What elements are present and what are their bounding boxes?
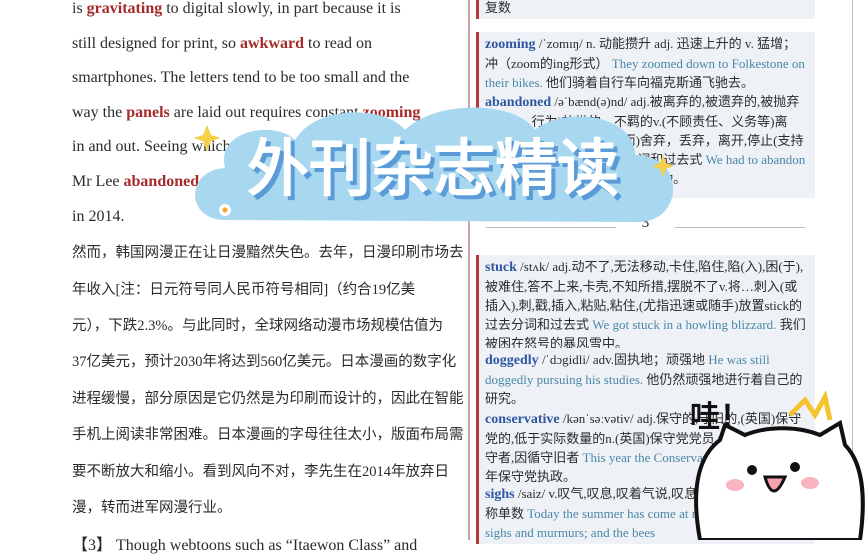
vocab-word: conservative	[485, 412, 560, 427]
vocab-word: zooming	[485, 37, 536, 52]
vocab-entry: stuck /stʌk/ adj.动不了,无法移动,卡住,陷住,陷(入),困(于…	[476, 255, 815, 355]
pronunciation: /ˈdɔgidli/	[541, 352, 590, 367]
keyword: awkward	[239, 34, 304, 52]
text-run: smartphones. The letters tend to be too …	[72, 69, 410, 87]
column-divider	[468, 0, 470, 540]
sparkle-icon	[193, 125, 221, 151]
translation: 他们骑着自行车向福克斯通飞驰去。	[546, 75, 755, 90]
pronunciation: /ˈzomɪŋ/	[538, 36, 583, 51]
keyword: gravitating	[86, 0, 163, 17]
article-line-zh: 然而，韩国网漫正在让日漫黯然失色。去年，日漫印刷市场去	[72, 245, 464, 262]
pronunciation: /stʌk/	[520, 259, 550, 274]
banner-title-front: 外刊杂志精读	[247, 132, 619, 205]
definition: adv.固执地；顽强地	[592, 352, 706, 367]
article-column: is gravitating to digital slowly, in par…	[72, 0, 464, 555]
vocab-word: stuck	[485, 260, 517, 275]
text-run: way the	[72, 103, 127, 121]
article-line-en: smartphones. The letters tend to be too …	[72, 61, 462, 96]
vocab-word: sighs	[485, 487, 515, 502]
article-line-en: is gravitating to digital slowly, in par…	[72, 0, 462, 27]
vocab-entry: 复数	[476, 0, 815, 19]
article-line-zh: 37亿美元，预计2030年将达到560亿美元。日本漫画的数字化	[72, 354, 457, 371]
text-run: to digital slowly, in part because it is	[162, 0, 401, 17]
paragraph-3-start: 【3】 Though webtoons such as “Itaewon Cla…	[72, 537, 418, 555]
article-line-zh: 年收入[注：日元符号同人民币符号相同]（约合19亿美	[72, 281, 416, 298]
cat-sticker: 哇！	[690, 389, 865, 540]
text-run: Mr Lee	[72, 172, 124, 190]
definition: 复数	[485, 0, 512, 15]
article-line-zh: 进程缓慢，部分原因是它仍然是为印刷而设计的，因此在智能	[72, 390, 464, 407]
pronunciation: /kənˈsəːvətiv/	[562, 411, 634, 426]
pronunciation: /saiz/	[517, 486, 546, 501]
banner-sticker: 外刊杂志精读 外刊杂志精读	[193, 107, 674, 222]
article-line-zh: 漫，转而进军网漫行业。	[72, 500, 232, 516]
text-run: is	[72, 0, 87, 17]
article-line-zh: 要不断放大和缩小。看到风向不对，李先生在2014年放弃日	[72, 463, 449, 480]
sticker-exclaim: 哇！	[690, 400, 750, 435]
article-line-zh: 元），下跌2.3%。与此同时，全球网络动漫市场规模估值为	[72, 317, 443, 334]
vocab-word: doggedly	[485, 353, 539, 368]
keyword: panels	[126, 103, 170, 121]
article-line-zh: 手机上阅读非常困难。日本漫画的字母往往太小，版面布局需	[72, 427, 464, 444]
text-run: still designed for print, so	[72, 34, 240, 52]
text-run: in 2014.	[72, 207, 125, 225]
vocab-entry: zooming /ˈzomɪŋ/ n. 动能攒升 adj. 迅速上升的 v. 猛…	[476, 32, 815, 94]
example-sentence: We got stuck in a howling blizzard.	[592, 317, 777, 332]
surprise-mark-icon	[788, 389, 833, 421]
article-line-en: still designed for print, so awkward to …	[72, 27, 462, 62]
text-run: to read on	[304, 34, 372, 52]
